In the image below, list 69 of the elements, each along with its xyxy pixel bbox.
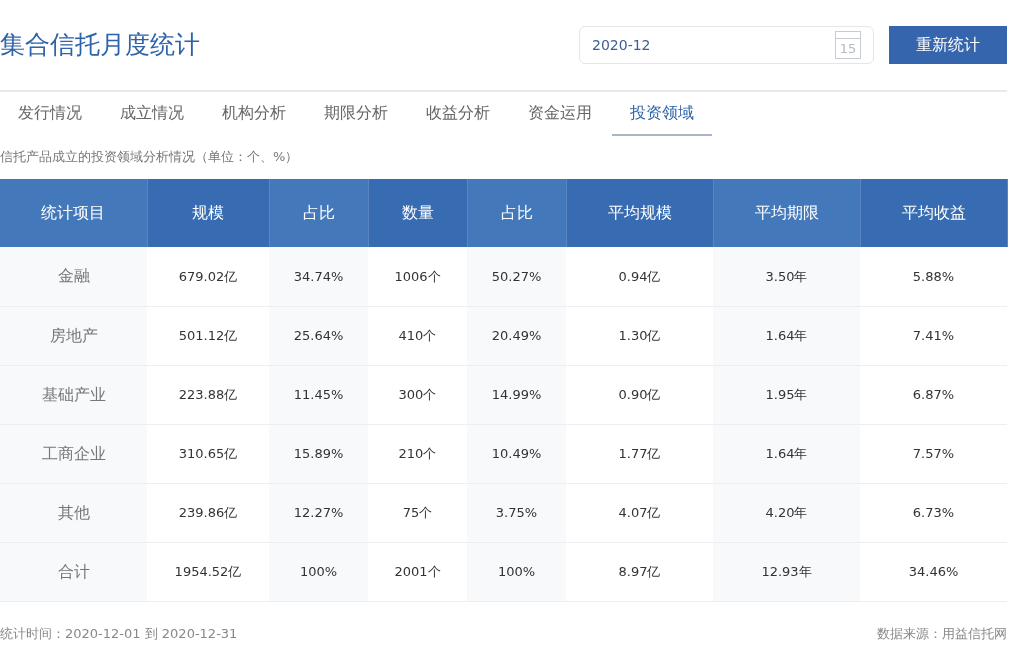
column-header: 平均期限 bbox=[713, 179, 860, 247]
table-cell: 金融 bbox=[0, 247, 147, 306]
table-cell: 4.20年 bbox=[713, 483, 860, 542]
table-cell: 1954.52亿 bbox=[147, 542, 269, 601]
table-cell: 其他 bbox=[0, 483, 147, 542]
column-header: 占比 bbox=[269, 179, 368, 247]
column-header: 数量 bbox=[368, 179, 467, 247]
table-cell: 5.88% bbox=[860, 247, 1007, 306]
table-cell: 3.75% bbox=[467, 483, 566, 542]
table-cell: 基础产业 bbox=[0, 365, 147, 424]
table-cell: 1.64年 bbox=[713, 306, 860, 365]
column-header: 统计项目 bbox=[0, 179, 147, 247]
statistics-period: 统计时间：2020-12-01 到 2020-12-31 bbox=[0, 624, 238, 643]
table-cell: 34.46% bbox=[860, 542, 1007, 601]
table-cell: 20.49% bbox=[467, 306, 566, 365]
table-cell: 8.97亿 bbox=[566, 542, 713, 601]
table-cell: 3.50年 bbox=[713, 247, 860, 306]
tab[interactable]: 成立情况 bbox=[102, 92, 202, 136]
table-cell: 1.30亿 bbox=[566, 306, 713, 365]
table-cell: 75个 bbox=[368, 483, 467, 542]
table-cell: 2001个 bbox=[368, 542, 467, 601]
table-cell: 239.86亿 bbox=[147, 483, 269, 542]
table-cell: 11.45% bbox=[269, 365, 368, 424]
table-cell: 100% bbox=[269, 542, 368, 601]
column-header: 占比 bbox=[467, 179, 566, 247]
tab[interactable]: 期限分析 bbox=[306, 92, 406, 136]
table-cell: 223.88亿 bbox=[147, 365, 269, 424]
table-cell: 310.65亿 bbox=[147, 424, 269, 483]
table-cell: 12.27% bbox=[269, 483, 368, 542]
table-cell: 工商企业 bbox=[0, 424, 147, 483]
table-cell: 6.87% bbox=[860, 365, 1007, 424]
table-cell: 15.89% bbox=[269, 424, 368, 483]
table-cell: 410个 bbox=[368, 306, 467, 365]
data-source: 数据来源：用益信托网 bbox=[877, 624, 1007, 643]
table-cell: 0.94亿 bbox=[566, 247, 713, 306]
table-cell: 7.41% bbox=[860, 306, 1007, 365]
table-cell: 12.93年 bbox=[713, 542, 860, 601]
table-cell: 10.49% bbox=[467, 424, 566, 483]
table-cell: 4.07亿 bbox=[566, 483, 713, 542]
table-cell: 房地产 bbox=[0, 306, 147, 365]
table-cell: 50.27% bbox=[467, 247, 566, 306]
table-cell: 300个 bbox=[368, 365, 467, 424]
tab[interactable]: 资金运用 bbox=[510, 92, 610, 136]
table-cell: 100% bbox=[467, 542, 566, 601]
tab[interactable]: 发行情况 bbox=[0, 92, 100, 136]
table-cell: 0.90亿 bbox=[566, 365, 713, 424]
table-cell: 210个 bbox=[368, 424, 467, 483]
table-cell: 6.73% bbox=[860, 483, 1007, 542]
table-cell: 14.99% bbox=[467, 365, 566, 424]
table-cell: 1.95年 bbox=[713, 365, 860, 424]
column-header: 规模 bbox=[147, 179, 269, 247]
table-cell: 501.12亿 bbox=[147, 306, 269, 365]
column-header: 平均收益 bbox=[860, 179, 1007, 247]
table-cell: 34.74% bbox=[269, 247, 368, 306]
tab[interactable]: 机构分析 bbox=[204, 92, 304, 136]
table-cell: 679.02亿 bbox=[147, 247, 269, 306]
column-header: 平均规模 bbox=[566, 179, 713, 247]
recount-button[interactable]: 重新统计 bbox=[889, 26, 1007, 64]
table-cell: 1006个 bbox=[368, 247, 467, 306]
table-cell: 1.64年 bbox=[713, 424, 860, 483]
table-cell: 合计 bbox=[0, 542, 147, 601]
table-cell: 1.77亿 bbox=[566, 424, 713, 483]
table-cell: 7.57% bbox=[860, 424, 1007, 483]
tab[interactable]: 收益分析 bbox=[408, 92, 508, 136]
page-title: 集合信托月度统计 bbox=[0, 29, 201, 62]
table-caption: 信托产品成立的投资领域分析情况（单位：个、%） bbox=[0, 149, 300, 165]
table-cell: 25.64% bbox=[269, 306, 368, 365]
tab[interactable]: 投资领域 bbox=[612, 92, 712, 136]
date-field[interactable]: 2020-12 15 bbox=[579, 26, 874, 64]
